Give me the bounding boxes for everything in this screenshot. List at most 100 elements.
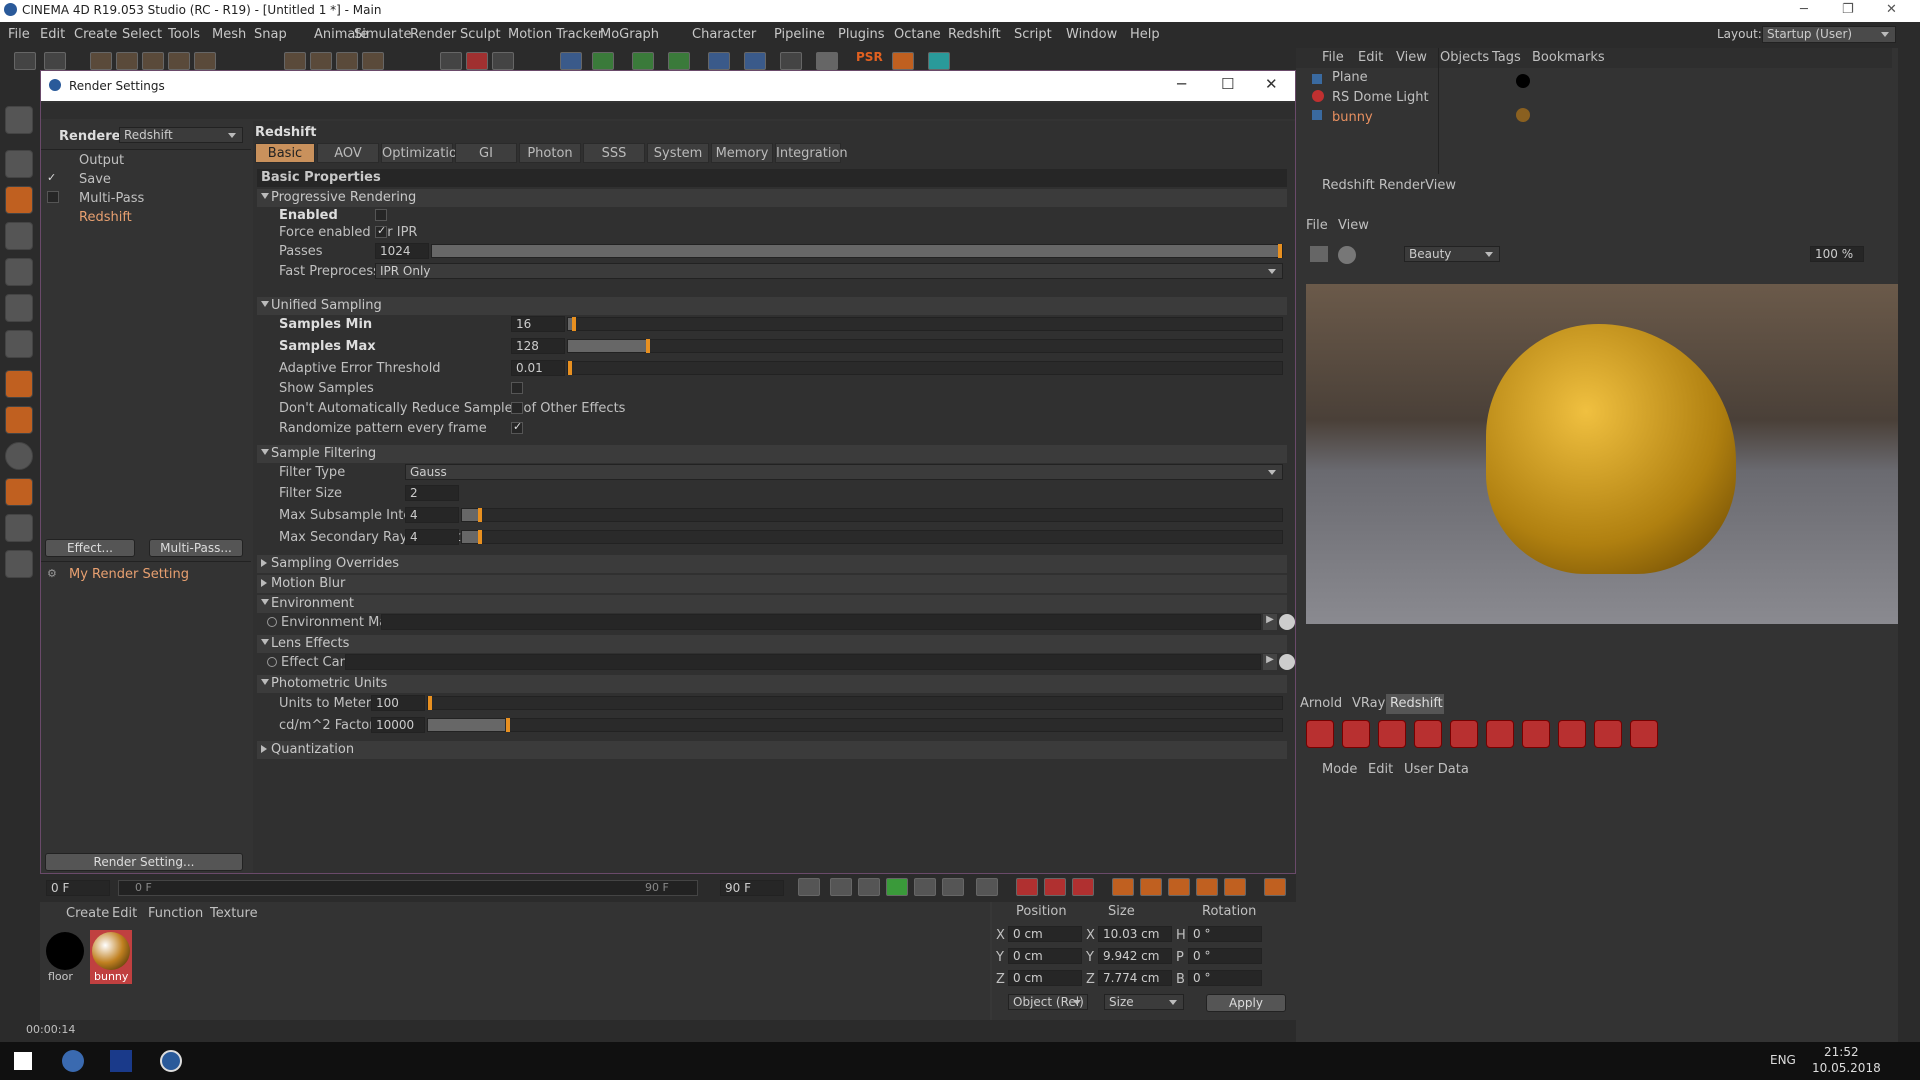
render-setting-button[interactable]: Render Setting...	[45, 853, 243, 871]
pen-icon[interactable]	[592, 52, 614, 70]
scale-icon[interactable]	[142, 52, 164, 70]
deformer-icon[interactable]	[708, 52, 730, 70]
pla-key-icon[interactable]	[1224, 878, 1246, 896]
texture-mode-icon[interactable]	[5, 186, 33, 214]
object-item-bunny[interactable]: bunny	[1332, 110, 1373, 125]
points-mode-icon[interactable]	[5, 258, 33, 286]
recent-tool-icon[interactable]	[194, 52, 216, 70]
language-indicator[interactable]: ENG	[1770, 1053, 1796, 1067]
mat-menu-texture[interactable]: Texture	[210, 906, 258, 921]
renderer-dropdown[interactable]: Redshift	[119, 127, 243, 143]
scale-key-icon[interactable]	[1140, 878, 1162, 896]
rot-h-field[interactable]: 0 °	[1188, 926, 1262, 942]
filter-size-field[interactable]: 2	[405, 485, 459, 501]
cdm-factor-slider[interactable]	[427, 718, 1283, 732]
cube-icon[interactable]	[560, 52, 582, 70]
render-setting-item[interactable]: My Render Setting	[69, 567, 189, 582]
rs-render-icon[interactable]	[1630, 720, 1658, 748]
pick-object-icon[interactable]	[1279, 654, 1295, 670]
minimize-icon[interactable]: ─	[1800, 2, 1808, 17]
adaptive-error-field[interactable]: 0.01	[511, 360, 565, 376]
attr-menu-userdata[interactable]: User Data	[1404, 762, 1469, 777]
minimize-icon[interactable]: ─	[1177, 75, 1186, 93]
max-subsample-slider[interactable]	[461, 508, 1283, 522]
tab-arnold[interactable]: Arnold	[1300, 696, 1342, 711]
randomize-pattern-checkbox[interactable]: ✓	[511, 420, 523, 434]
enabled-checkbox[interactable]	[375, 209, 387, 221]
axis-icon[interactable]	[5, 370, 33, 398]
rs-list-icon[interactable]	[1594, 720, 1622, 748]
menu-tools[interactable]: Tools	[168, 27, 200, 42]
quantization-section[interactable]: Quantization	[257, 741, 1287, 759]
samples-min-field[interactable]: 16	[511, 316, 565, 332]
obj-menu-tags[interactable]: Tags	[1492, 50, 1521, 65]
cdm-factor-field[interactable]: 10000	[371, 717, 425, 733]
redo-icon[interactable]	[44, 52, 66, 70]
tab-aov[interactable]: AOV	[317, 143, 379, 163]
frame-slider[interactable]: 0 F 90 F	[118, 880, 698, 896]
octane-icon[interactable]	[928, 52, 950, 70]
subdivision-icon[interactable]	[632, 52, 654, 70]
samples-max-slider[interactable]	[567, 339, 1283, 353]
tab-gi[interactable]: GI	[455, 143, 517, 163]
play-icon[interactable]	[886, 878, 908, 896]
record-icon[interactable]	[1016, 878, 1038, 896]
rs-proxy-icon[interactable]	[1486, 720, 1514, 748]
max-secondary-field[interactable]: 4	[405, 529, 459, 545]
tree-item-output[interactable]: Output	[79, 153, 124, 168]
floor-icon[interactable]	[744, 52, 766, 70]
render-settings-icon[interactable]	[492, 52, 514, 70]
object-item-plane[interactable]: Plane	[1332, 70, 1368, 85]
units-meter-slider[interactable]	[427, 696, 1283, 710]
attr-menu-mode[interactable]: Mode	[1322, 762, 1357, 777]
start-frame-field[interactable]: 0 F	[46, 880, 110, 896]
menu-help[interactable]: Help	[1130, 27, 1160, 42]
coord-mode-dropdown[interactable]: Object (Rel)	[1008, 994, 1088, 1010]
prev-frame-icon[interactable]	[858, 878, 880, 896]
tab-basic[interactable]: Basic	[255, 143, 315, 163]
y-axis-icon[interactable]	[310, 52, 332, 70]
save-check-icon[interactable]: ✓	[47, 171, 59, 184]
z-axis-icon[interactable]	[336, 52, 358, 70]
max-subsample-field[interactable]: 4	[405, 507, 459, 523]
array-icon[interactable]	[668, 52, 690, 70]
filter-type-dropdown[interactable]: Gauss	[405, 464, 1283, 480]
mat-menu-create[interactable]: Create	[66, 906, 109, 921]
x-axis-icon[interactable]	[284, 52, 306, 70]
object-item-dome-light[interactable]: RS Dome Light	[1332, 90, 1429, 105]
rs-material-icon[interactable]	[1450, 720, 1478, 748]
renderview-menu-file[interactable]: File	[1306, 218, 1328, 233]
rs-sphere-icon[interactable]	[1414, 720, 1442, 748]
attr-menu-edit[interactable]: Edit	[1368, 762, 1393, 777]
menu-snap[interactable]: Snap	[254, 27, 287, 42]
unified-sampling-section[interactable]: Unified Sampling	[257, 297, 1287, 315]
passes-field[interactable]: 1024	[375, 243, 429, 259]
tab-memory[interactable]: Memory	[711, 143, 773, 163]
next-key-icon[interactable]	[942, 878, 964, 896]
goto-end-icon[interactable]	[976, 878, 998, 896]
render-view-icon[interactable]	[440, 52, 462, 70]
menu-simulate[interactable]: Simulate	[354, 27, 411, 42]
fast-preprocessing-dropdown[interactable]: IPR Only	[375, 263, 1283, 279]
windows-start-icon[interactable]	[14, 1052, 32, 1070]
menu-window[interactable]: Window	[1066, 27, 1117, 42]
renderview-menu-view[interactable]: View	[1338, 218, 1369, 233]
rs-env-icon[interactable]	[1558, 720, 1586, 748]
param-key-icon[interactable]	[1196, 878, 1218, 896]
menu-redshift[interactable]: Redshift	[948, 27, 1001, 42]
pos-x-field[interactable]: 0 cm	[1008, 926, 1082, 942]
clapper-icon[interactable]	[1310, 246, 1328, 262]
samples-min-slider[interactable]	[567, 317, 1283, 331]
samples-max-field[interactable]: 128	[511, 338, 565, 354]
sample-filtering-section[interactable]: Sample Filtering	[257, 445, 1287, 463]
units-meter-field[interactable]: 100	[371, 695, 425, 711]
tab-integration[interactable]: Integration	[775, 143, 848, 163]
tab-vray[interactable]: VRay	[1352, 696, 1385, 711]
pick-object-icon[interactable]	[1279, 614, 1295, 630]
show-samples-checkbox[interactable]	[511, 382, 523, 394]
environment-section[interactable]: Environment	[257, 595, 1287, 613]
rot-p-field[interactable]: 0 °	[1188, 948, 1262, 964]
obj-menu-bookmarks[interactable]: Bookmarks	[1532, 50, 1605, 65]
menu-render[interactable]: Render	[410, 27, 456, 42]
end-frame-field[interactable]: 90 F	[720, 880, 784, 896]
